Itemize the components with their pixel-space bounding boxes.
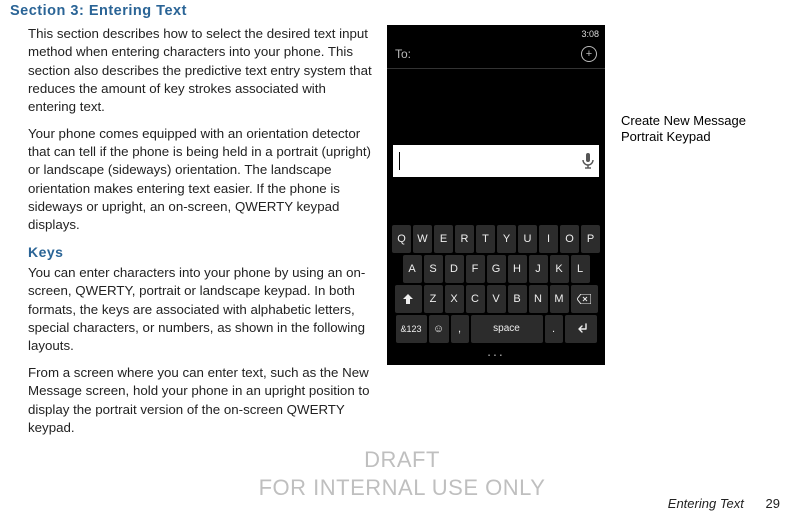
add-recipient-icon: + xyxy=(581,46,597,62)
key-j: J xyxy=(529,255,548,283)
key-o: O xyxy=(560,225,579,253)
figure-caption: Create New Message Portrait Keypad xyxy=(621,25,791,445)
watermark-line-1: DRAFT xyxy=(0,446,804,474)
key-v: V xyxy=(487,285,506,313)
key-r: R xyxy=(455,225,474,253)
text-cursor xyxy=(399,152,400,170)
key-h: H xyxy=(508,255,527,283)
key-u: U xyxy=(518,225,537,253)
key-w: W xyxy=(413,225,432,253)
key-n: N xyxy=(529,285,548,313)
emoji-key-icon: ☺ xyxy=(429,315,449,343)
space-key: space xyxy=(471,315,543,343)
app-bar-dots-icon: ... xyxy=(387,343,605,355)
key-m: M xyxy=(550,285,569,313)
kbd-row-2: A S D F G H J K L xyxy=(387,255,605,283)
shift-key-icon xyxy=(395,285,422,313)
watermark: DRAFT FOR INTERNAL USE ONLY xyxy=(0,446,804,501)
key-y: Y xyxy=(497,225,516,253)
phone-time: 3:08 xyxy=(581,29,599,39)
to-label: To: xyxy=(395,47,411,61)
key-b: B xyxy=(508,285,527,313)
phone-screenshot: 3:08 To: + Q xyxy=(387,25,605,365)
phone-status-bar: 3:08 xyxy=(387,25,605,43)
paragraph-3: You can enter characters into your phone… xyxy=(28,264,373,356)
enter-key-icon xyxy=(565,315,597,343)
key-k: K xyxy=(550,255,569,283)
body-text-column: This section describes how to select the… xyxy=(28,25,373,445)
divider xyxy=(387,68,605,69)
message-input-field xyxy=(393,145,599,177)
key-x: X xyxy=(445,285,464,313)
kbd-row-3: Z X C V B N M xyxy=(387,285,605,313)
backspace-key-icon xyxy=(571,285,598,313)
key-q: Q xyxy=(392,225,411,253)
main-row: This section describes how to select the… xyxy=(0,19,804,445)
keys-subheading: Keys xyxy=(28,243,373,262)
paragraph-1: This section describes how to select the… xyxy=(28,25,373,117)
key-f: F xyxy=(466,255,485,283)
key-p: P xyxy=(581,225,600,253)
key-d: D xyxy=(445,255,464,283)
caption-line-1: Create New Message xyxy=(621,113,791,129)
key-t: T xyxy=(476,225,495,253)
numbers-symbols-key: &123 xyxy=(396,315,427,343)
key-s: S xyxy=(424,255,443,283)
key-i: I xyxy=(539,225,558,253)
key-l: L xyxy=(571,255,590,283)
kbd-row-1: Q W E R T Y U I O P xyxy=(387,225,605,253)
phone-to-row: To: + xyxy=(387,43,605,68)
period-key: . xyxy=(545,315,563,343)
on-screen-keyboard: Q W E R T Y U I O P A S D F G H xyxy=(387,223,605,365)
comma-key: , xyxy=(451,315,469,343)
key-c: C xyxy=(466,285,485,313)
page-footer: Entering Text 29 xyxy=(668,496,780,511)
section-title: Section 3: Entering Text xyxy=(0,0,804,19)
paragraph-4: From a screen where you can enter text, … xyxy=(28,364,373,437)
chapter-name: Entering Text xyxy=(668,496,744,511)
microphone-icon xyxy=(581,152,595,170)
kbd-row-4: &123 ☺ , space . xyxy=(387,315,605,343)
key-z: Z xyxy=(424,285,443,313)
key-g: G xyxy=(487,255,506,283)
caption-line-2: Portrait Keypad xyxy=(621,129,791,145)
page-number: 29 xyxy=(766,496,780,511)
paragraph-2: Your phone comes equipped with an orient… xyxy=(28,125,373,235)
phone-column: 3:08 To: + Q xyxy=(387,25,607,445)
key-a: A xyxy=(403,255,422,283)
key-e: E xyxy=(434,225,453,253)
